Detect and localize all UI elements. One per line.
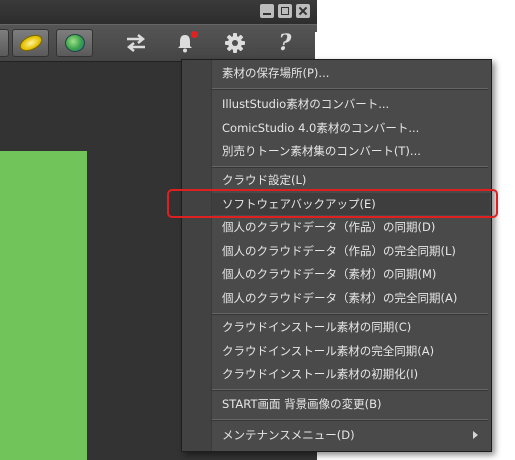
close-icon[interactable] <box>296 4 310 18</box>
menu-item-full-sync-cloud-install[interactable]: クラウドインストール素材の完全同期(A) <box>212 340 490 362</box>
menu-item-material-storage[interactable]: 素材の保存場所(P)... <box>212 62 490 84</box>
menu-item-cloud-settings[interactable]: クラウド設定(L) <box>212 169 490 191</box>
menu-item-sync-cloud-install[interactable]: クラウドインストール素材の同期(C) <box>212 316 490 338</box>
help-button[interactable]: ? <box>270 29 300 57</box>
maximize-icon[interactable] <box>278 4 292 18</box>
world-material-button[interactable] <box>56 29 93 57</box>
menu-item-label: クラウド設定(L) <box>222 173 307 187</box>
toolbar-edge-button[interactable] <box>0 29 9 57</box>
management-menu: 素材の保存場所(P)... IllustStudio素材のコンバート... Co… <box>181 59 492 452</box>
menu-item-label: START画面 背景画像の変更(B) <box>222 397 382 411</box>
canvas-preview <box>0 151 87 460</box>
menu-item-label: 個人のクラウドデータ（作品）の同期(D) <box>222 220 436 234</box>
menu-item-full-sync-materials[interactable]: 個人のクラウドデータ（素材）の完全同期(A) <box>212 287 490 309</box>
world-material-icon <box>64 34 85 52</box>
sync-arrows-icon <box>126 34 146 52</box>
menu-item-convert-tone[interactable]: 別売りトーン素材集のコンバート(T)... <box>212 140 490 162</box>
menu-item-label: 個人のクラウドデータ（素材）の完全同期(A) <box>222 291 458 305</box>
submenu-arrow-icon <box>473 431 478 439</box>
menu-separator <box>212 313 488 315</box>
gear-icon <box>225 33 245 53</box>
menu-item-label: ソフトウェアバックアップ(E) <box>222 197 376 211</box>
settings-button[interactable] <box>220 29 250 57</box>
menu-item-start-background[interactable]: START画面 背景画像の変更(B) <box>212 393 490 415</box>
menu-item-label: 素材の保存場所(P)... <box>222 66 330 80</box>
menu-item-reset-cloud-install[interactable]: クラウドインストール素材の初期化(I) <box>212 363 490 385</box>
menu-item-sync-works[interactable]: 個人のクラウドデータ（作品）の同期(D) <box>212 216 490 238</box>
menu-item-full-sync-works[interactable]: 個人のクラウドデータ（作品）の完全同期(L) <box>212 240 490 262</box>
gold-coin-icon <box>16 31 45 55</box>
menu-item-label: 別売りトーン素材集のコンバート(T)... <box>222 144 421 158</box>
menu-item-label: クラウドインストール素材の完全同期(A) <box>222 344 435 358</box>
toolbar: ? <box>0 24 317 62</box>
menu-item-convert-illuststudio[interactable]: IllustStudio素材のコンバート... <box>212 93 490 115</box>
menu-separator <box>212 88 488 90</box>
menu-item-label: メンテナンスメニュー(D) <box>222 428 355 442</box>
menu-item-label: IllustStudio素材のコンバート... <box>222 97 390 111</box>
menu-separator <box>212 166 488 168</box>
menu-item-label: クラウドインストール素材の同期(C) <box>222 320 412 334</box>
sync-button[interactable] <box>120 29 152 57</box>
notification-badge <box>191 31 198 38</box>
notification-button[interactable] <box>170 29 200 57</box>
menu-icon-gutter <box>182 60 212 451</box>
menu-item-software-backup[interactable]: ソフトウェアバックアップ(E) <box>212 193 490 215</box>
title-bar <box>0 0 317 24</box>
menu-item-label: ComicStudio 4.0素材のコンバート... <box>222 121 420 135</box>
menu-edge <box>315 32 321 60</box>
help-icon: ? <box>278 30 292 56</box>
minimize-icon[interactable] <box>260 4 274 18</box>
menu-item-label: 個人のクラウドデータ（作品）の完全同期(L) <box>222 244 456 258</box>
gold-coin-button[interactable] <box>12 29 49 57</box>
menu-item-label: 個人のクラウドデータ（素材）の同期(M) <box>222 267 437 281</box>
menu-separator <box>212 389 488 391</box>
menu-item-maintenance[interactable]: メンテナンスメニュー(D) <box>212 424 490 446</box>
menu-item-label: クラウドインストール素材の初期化(I) <box>222 367 419 381</box>
menu-separator <box>212 419 488 421</box>
menu-item-sync-materials[interactable]: 個人のクラウドデータ（素材）の同期(M) <box>212 263 490 285</box>
menu-item-convert-comicstudio[interactable]: ComicStudio 4.0素材のコンバート... <box>212 117 490 139</box>
